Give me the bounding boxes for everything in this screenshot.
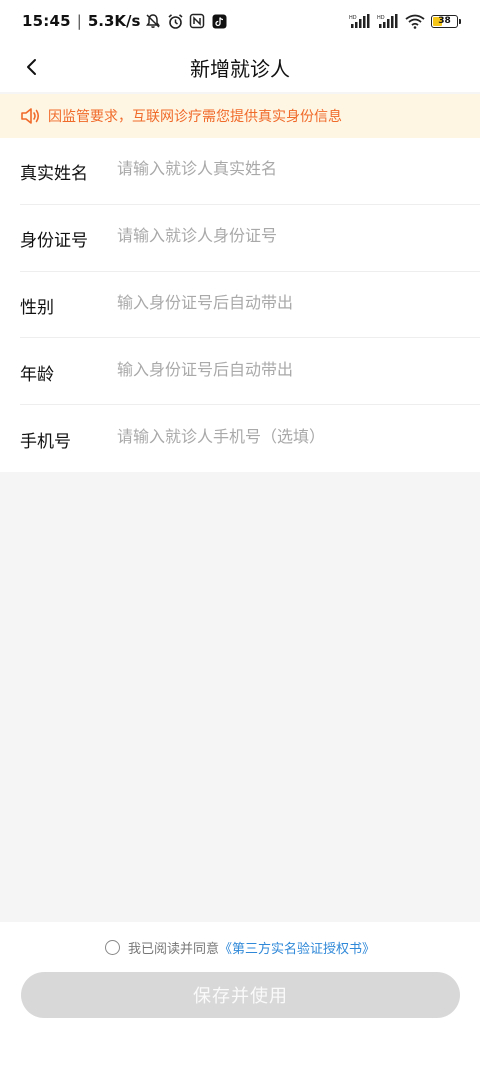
- notice-banner: 因监管要求，互联网诊疗需您提供真实身份信息: [0, 94, 480, 138]
- page-title: 新增就诊人: [190, 56, 290, 81]
- form-row-phone: 手机号: [20, 405, 480, 472]
- form-row-age: 年龄: [20, 338, 480, 406]
- id-number-input[interactable]: [117, 220, 480, 251]
- save-and-use-button[interactable]: 保存并使用: [21, 972, 460, 1018]
- authorization-link[interactable]: 《第三方实名验证授权书》: [219, 938, 375, 957]
- nav-bar: 新增就诊人: [0, 42, 480, 92]
- phone-label: 手机号: [20, 432, 71, 453]
- nfc-icon: [188, 12, 206, 30]
- signal-hd-icon: HD: [377, 12, 399, 30]
- id-number-label: 身份证号: [20, 231, 88, 252]
- svg-text:HD: HD: [377, 15, 385, 21]
- tiktok-icon: [210, 12, 228, 30]
- status-time: 15:45: [22, 12, 71, 30]
- phone-input[interactable]: [117, 421, 480, 452]
- status-left: 15:45 | 5.3K/s: [22, 12, 228, 30]
- signal-hd-icon: HD: [349, 12, 371, 30]
- status-right: HD HD 38: [349, 12, 461, 30]
- wifi-icon: [405, 12, 425, 30]
- agree-radio[interactable]: [104, 940, 120, 955]
- agree-text: 我已阅读并同意: [127, 942, 219, 957]
- alarm-icon: [166, 12, 184, 30]
- status-separator: |: [76, 12, 82, 30]
- speaker-icon: [21, 108, 40, 124]
- form-row-gender: 性别: [20, 272, 480, 339]
- chevron-left-icon: [27, 59, 36, 75]
- status-net-speed: 5.3K/s: [87, 12, 141, 30]
- gender-input[interactable]: [117, 287, 480, 318]
- name-input[interactable]: [117, 153, 480, 184]
- status-bar: 15:45 | 5.3K/s HD HD 38: [0, 0, 480, 42]
- notice-text: 因监管要求，互联网诊疗需您提供真实身份信息: [48, 109, 342, 125]
- gender-label: 性别: [20, 297, 54, 318]
- bottom-panel: 我已阅读并同意 《第三方实名验证授权书》 保存并使用: [0, 922, 480, 1067]
- agreement-row: 我已阅读并同意 《第三方实名验证授权书》: [0, 938, 480, 957]
- battery-level: 38: [438, 16, 451, 26]
- form-row-id-number: 身份证号: [20, 205, 480, 272]
- battery-icon: 38: [431, 14, 461, 28]
- age-input[interactable]: [117, 354, 480, 385]
- form-row-name: 真实姓名: [20, 138, 480, 205]
- age-label: 年龄: [20, 364, 54, 385]
- mute-bell-icon: [144, 12, 162, 30]
- name-label: 真实姓名: [20, 164, 88, 185]
- patient-form: 真实姓名 身份证号 性别 年龄 手机号: [0, 138, 480, 472]
- svg-text:HD: HD: [349, 15, 357, 21]
- back-button[interactable]: [18, 53, 46, 81]
